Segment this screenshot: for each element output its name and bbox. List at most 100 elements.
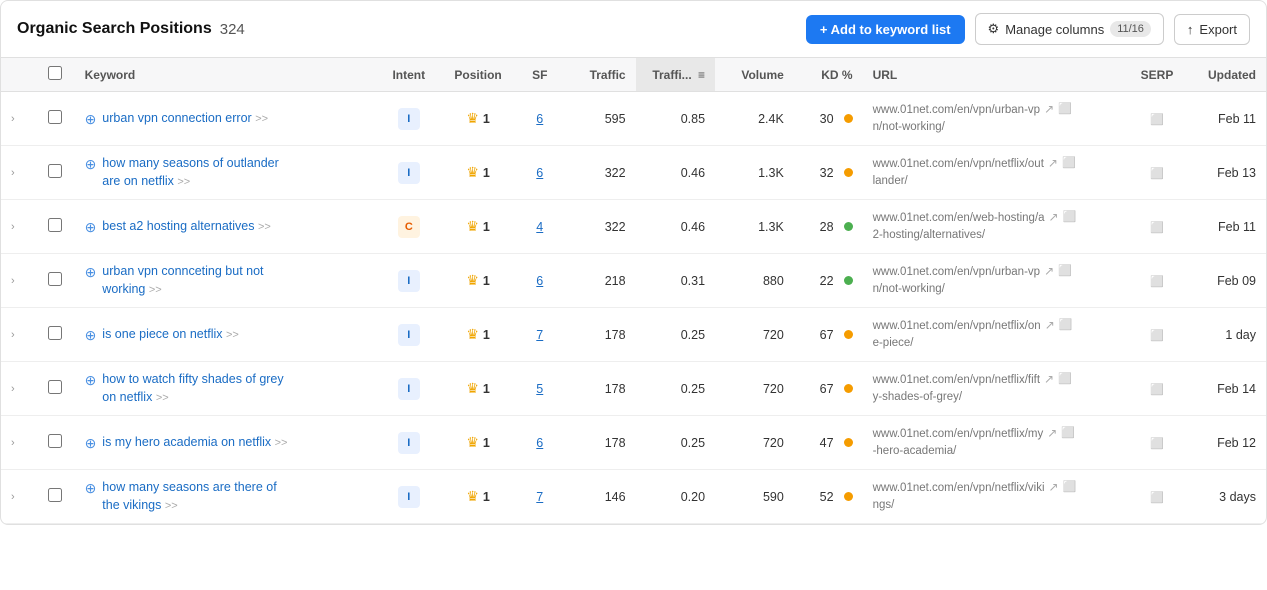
sf-link[interactable]: 6 bbox=[536, 112, 543, 126]
sf-link[interactable]: 6 bbox=[536, 166, 543, 180]
th-traffic-pct[interactable]: Traffi... ≡ bbox=[636, 58, 715, 92]
th-intent: Intent bbox=[379, 58, 438, 92]
keyword-add-icon: ⊕ bbox=[85, 435, 97, 452]
position-cell: ♛ 1 bbox=[439, 362, 518, 416]
sf-link[interactable]: 6 bbox=[536, 436, 543, 450]
row-expand-cell: › bbox=[1, 254, 35, 308]
traffic-cell: 178 bbox=[562, 416, 636, 470]
traffic-pct-cell: 0.46 bbox=[636, 146, 715, 200]
intent-badge: I bbox=[398, 378, 420, 400]
keyword-arrows-icon: >> bbox=[177, 176, 190, 188]
volume-value: 720 bbox=[763, 436, 784, 450]
screenshot-icon[interactable]: ⬜ bbox=[1059, 318, 1073, 331]
expand-chevron-icon[interactable]: › bbox=[11, 491, 25, 505]
expand-chevron-icon[interactable]: › bbox=[11, 437, 25, 451]
th-expand bbox=[1, 58, 35, 92]
row-checkbox[interactable] bbox=[48, 326, 62, 340]
row-expand-cell: › bbox=[1, 362, 35, 416]
expand-chevron-icon[interactable]: › bbox=[11, 167, 25, 181]
keyword-cell: ⊕ how many seasons of outlanderare on ne… bbox=[75, 146, 380, 200]
traffic-value: 218 bbox=[605, 274, 626, 288]
row-checkbox-cell bbox=[35, 470, 75, 524]
intent-badge: I bbox=[398, 162, 420, 184]
traffic-cell: 146 bbox=[562, 470, 636, 524]
export-button[interactable]: ↑ Export bbox=[1174, 14, 1250, 45]
external-link-icon[interactable]: ↗ bbox=[1047, 426, 1057, 440]
data-table-wrapper: Keyword Intent Position SF Traffic bbox=[1, 58, 1266, 524]
expand-chevron-icon[interactable]: › bbox=[11, 329, 25, 343]
serp-preview-icon[interactable]: ⬜ bbox=[1150, 114, 1164, 126]
select-all-checkbox[interactable] bbox=[48, 66, 62, 80]
keyword-text: urban vpn connceting but notworking >> bbox=[102, 263, 263, 298]
kd-value: 28 bbox=[820, 220, 834, 234]
intent-badge: I bbox=[398, 324, 420, 346]
kd-value: 67 bbox=[820, 328, 834, 342]
updated-value: 1 day bbox=[1225, 328, 1256, 342]
screenshot-icon[interactable]: ⬜ bbox=[1061, 426, 1075, 439]
manage-columns-button[interactable]: ⚙ Manage columns 11/16 bbox=[975, 13, 1164, 45]
external-link-icon[interactable]: ↗ bbox=[1048, 156, 1058, 170]
traffic-value: 146 bbox=[605, 490, 626, 504]
serp-preview-icon[interactable]: ⬜ bbox=[1150, 384, 1164, 396]
serp-preview-icon[interactable]: ⬜ bbox=[1150, 492, 1164, 504]
expand-chevron-icon[interactable]: › bbox=[11, 113, 25, 127]
screenshot-icon[interactable]: ⬜ bbox=[1063, 480, 1077, 493]
header-actions: + Add to keyword list ⚙ Manage columns 1… bbox=[806, 13, 1250, 45]
row-checkbox[interactable] bbox=[48, 272, 62, 286]
serp-preview-icon[interactable]: ⬜ bbox=[1150, 168, 1164, 180]
external-link-icon[interactable]: ↗ bbox=[1044, 264, 1054, 278]
sf-link[interactable]: 7 bbox=[536, 490, 543, 504]
external-link-icon[interactable]: ↗ bbox=[1044, 372, 1054, 386]
row-checkbox[interactable] bbox=[48, 434, 62, 448]
row-checkbox[interactable] bbox=[48, 380, 62, 394]
keyword-add-icon: ⊕ bbox=[85, 264, 97, 281]
sf-cell: 6 bbox=[518, 416, 562, 470]
row-checkbox[interactable] bbox=[48, 110, 62, 124]
position-value: 1 bbox=[483, 436, 490, 450]
sf-link[interactable]: 4 bbox=[536, 220, 543, 234]
url-text: www.01net.com/en/vpn/netflix/my-hero-aca… bbox=[873, 426, 1044, 458]
sf-link[interactable]: 7 bbox=[536, 328, 543, 342]
serp-preview-icon[interactable]: ⬜ bbox=[1150, 276, 1164, 288]
sf-link[interactable]: 6 bbox=[536, 274, 543, 288]
row-checkbox[interactable] bbox=[48, 164, 62, 178]
screenshot-icon[interactable]: ⬜ bbox=[1058, 264, 1072, 277]
updated-value: Feb 11 bbox=[1218, 220, 1256, 234]
screenshot-icon[interactable]: ⬜ bbox=[1062, 156, 1076, 169]
external-link-icon[interactable]: ↗ bbox=[1049, 210, 1059, 224]
intent-badge: I bbox=[398, 270, 420, 292]
kd-dot-indicator bbox=[844, 168, 853, 177]
export-label: Export bbox=[1199, 22, 1237, 37]
screenshot-icon[interactable]: ⬜ bbox=[1058, 372, 1072, 385]
updated-value: Feb 12 bbox=[1217, 436, 1256, 450]
serp-preview-icon[interactable]: ⬜ bbox=[1150, 330, 1164, 342]
sf-cell: 7 bbox=[518, 308, 562, 362]
volume-cell: 1.3K bbox=[715, 200, 794, 254]
crown-icon: ♛ bbox=[466, 326, 479, 343]
screenshot-icon[interactable]: ⬜ bbox=[1058, 102, 1072, 115]
kd-dot-indicator bbox=[844, 114, 853, 123]
external-link-icon[interactable]: ↗ bbox=[1044, 102, 1054, 116]
manage-columns-label: Manage columns bbox=[1005, 22, 1104, 37]
screenshot-icon[interactable]: ⬜ bbox=[1063, 210, 1077, 223]
row-checkbox[interactable] bbox=[48, 218, 62, 232]
row-checkbox[interactable] bbox=[48, 488, 62, 502]
volume-cell: 2.4K bbox=[715, 92, 794, 146]
add-to-keyword-list-button[interactable]: + Add to keyword list bbox=[806, 15, 965, 44]
filter-icon[interactable]: ≡ bbox=[698, 68, 705, 82]
keyword-cell: ⊕ how many seasons are there ofthe vikin… bbox=[75, 470, 380, 524]
intent-cell: I bbox=[379, 254, 438, 308]
external-link-icon[interactable]: ↗ bbox=[1045, 318, 1055, 332]
serp-preview-icon[interactable]: ⬜ bbox=[1150, 222, 1164, 234]
expand-chevron-icon[interactable]: › bbox=[11, 383, 25, 397]
traffic-value: 322 bbox=[605, 166, 626, 180]
expand-chevron-icon[interactable]: › bbox=[11, 221, 25, 235]
sf-cell: 7 bbox=[518, 470, 562, 524]
sf-link[interactable]: 5 bbox=[536, 382, 543, 396]
position-cell: ♛ 1 bbox=[439, 146, 518, 200]
external-link-icon[interactable]: ↗ bbox=[1049, 480, 1059, 494]
expand-chevron-icon[interactable]: › bbox=[11, 275, 25, 289]
volume-value: 880 bbox=[763, 274, 784, 288]
serp-preview-icon[interactable]: ⬜ bbox=[1150, 438, 1164, 450]
table-row: › ⊕ urban vpn connceting but notworking … bbox=[1, 254, 1266, 308]
